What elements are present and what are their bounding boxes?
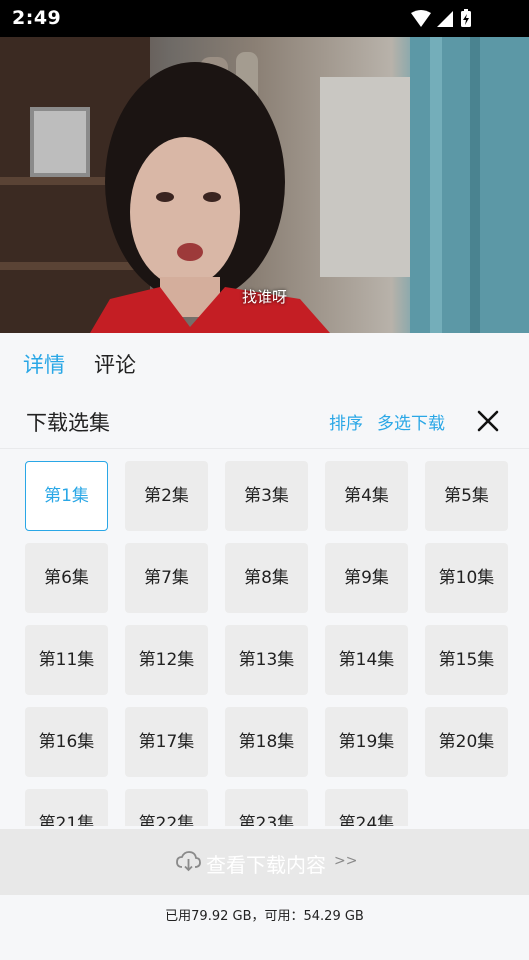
episode-item[interactable]: 第16集 — [25, 707, 108, 777]
wifi-icon — [411, 10, 431, 27]
episode-item[interactable]: 第7集 — [125, 543, 208, 613]
close-icon[interactable] — [474, 407, 502, 435]
episode-item[interactable]: 第17集 — [125, 707, 208, 777]
episode-item[interactable]: 第5集 — [425, 461, 508, 531]
episode-item[interactable]: 第2集 — [125, 461, 208, 531]
download-title: 下载选集 — [26, 411, 110, 435]
episode-item[interactable]: 第11集 — [25, 625, 108, 695]
episode-item[interactable]: 第4集 — [325, 461, 408, 531]
view-downloads-label: 查看下载内容 — [206, 853, 326, 877]
video-subtitle: 找谁呀 — [241, 288, 287, 306]
episode-item[interactable]: 第21集 — [25, 789, 108, 826]
episode-item[interactable]: 第18集 — [225, 707, 308, 777]
tab-details[interactable]: 详情 — [23, 349, 65, 379]
episode-item[interactable]: 第10集 — [425, 543, 508, 613]
episode-item[interactable]: 第14集 — [325, 625, 408, 695]
episode-item[interactable]: 第19集 — [325, 707, 408, 777]
status-time: 2:49 — [12, 7, 62, 29]
view-downloads-button[interactable]: 查看下载内容 >> — [0, 829, 529, 895]
cloud-download-icon — [176, 851, 201, 872]
tab-bar: 详情 评论 — [0, 333, 529, 393]
video-player[interactable]: 找谁呀 — [0, 37, 529, 333]
download-panel: 详情 评论 下载选集 排序 多选下载 第1集 第2集 第3集 第4集 第5集第6集 第7集… — [0, 333, 529, 960]
tab-comments[interactable]: 评论 — [94, 349, 136, 379]
storage-info: 已用79.92 GB，可用：54.29 GB — [165, 909, 364, 924]
episode-item[interactable]: 第13集 — [225, 625, 308, 695]
sort-button[interactable]: 排序 — [329, 409, 363, 434]
episode-item[interactable]: 第22集 — [125, 789, 208, 826]
multi-select-download-button[interactable]: 多选下载 — [377, 409, 445, 434]
episode-item[interactable]: 第1集 — [25, 461, 108, 531]
episode-item[interactable]: 第15集 — [425, 625, 508, 695]
episode-item[interactable]: 第24集 — [325, 789, 408, 826]
episode-item[interactable]: 第20集 — [425, 707, 508, 777]
status-bar: 2:49 — [0, 0, 529, 37]
episode-item[interactable]: 第6集 — [25, 543, 108, 613]
episode-item[interactable]: 第23集 — [225, 789, 308, 826]
episode-list[interactable]: 第1集 第2集 第3集 第4集 第5集 第6集 第7集 第8集 第9集 第10集 第11集 第12集第… — [0, 450, 529, 826]
view-downloads-arrow: >> — [334, 853, 358, 869]
signal-icon — [437, 11, 453, 27]
battery-charging-icon — [461, 9, 471, 27]
episode-item[interactable]: 第12集 — [125, 625, 208, 695]
episode-item[interactable]: 第8集 — [225, 543, 308, 613]
status-icons — [411, 9, 471, 27]
download-header: 下载选集 排序 多选下载 — [0, 393, 529, 449]
episode-item[interactable]: 第3集 — [225, 461, 308, 531]
episode-item[interactable]: 第9集 — [325, 543, 408, 613]
